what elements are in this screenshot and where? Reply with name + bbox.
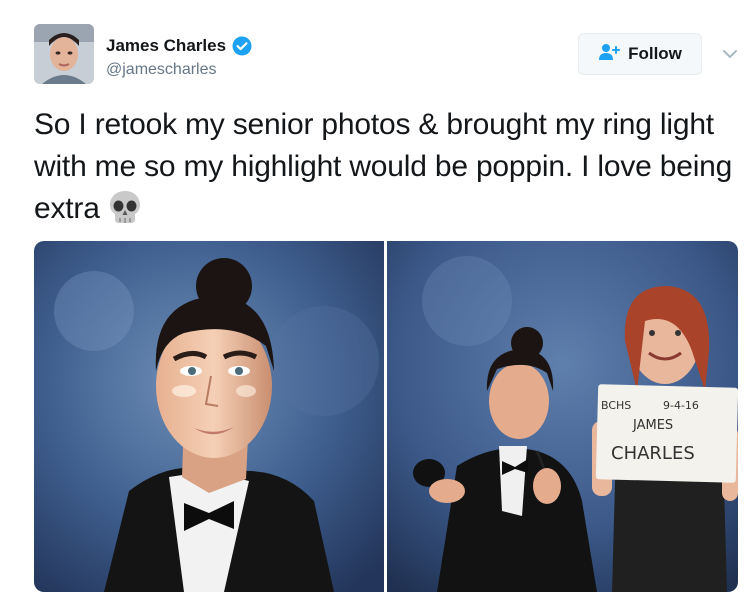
- add-user-icon: [598, 43, 621, 66]
- sign-text-last-name: CHARLES: [611, 443, 695, 464]
- chevron-down-icon[interactable]: [720, 44, 740, 64]
- sign-text-school: BCHS: [601, 399, 631, 412]
- tweet-text: So I retook my senior photos & brought m…: [34, 104, 744, 230]
- follow-button[interactable]: Follow: [578, 33, 702, 75]
- verified-badge-icon: [232, 36, 252, 56]
- follow-button-label: Follow: [628, 44, 682, 63]
- sign-text-date: 9-4-16: [663, 399, 699, 412]
- photo-with-sign[interactable]: BCHS 9-4-16 JAMES CHARLES: [387, 241, 738, 592]
- avatar[interactable]: [34, 24, 94, 84]
- author-handle[interactable]: @jamescharles: [106, 61, 217, 79]
- author-name[interactable]: James Charles: [106, 36, 226, 56]
- sign-text-first-name: JAMES: [632, 418, 673, 433]
- photo-grid: BCHS 9-4-16 JAMES CHARLES: [34, 241, 738, 592]
- tweet-card: James Charles @jamescharles Follow So I …: [0, 0, 754, 604]
- skull-emoji-icon: [106, 188, 144, 226]
- photo-portrait[interactable]: [34, 241, 384, 592]
- author-name-row: James Charles: [106, 36, 252, 56]
